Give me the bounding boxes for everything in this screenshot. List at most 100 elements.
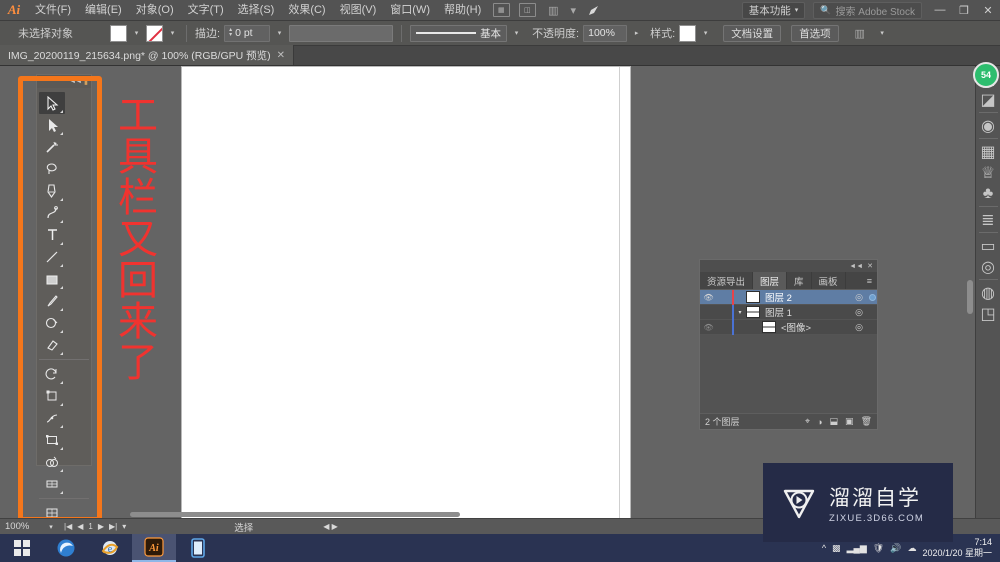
visibility-toggle-icon[interactable]: 👁 bbox=[700, 293, 717, 302]
table-row[interactable]: 👁 图层 2 ◎ bbox=[700, 289, 877, 305]
menu-window[interactable]: 窗口(W) bbox=[383, 0, 437, 21]
control-bar-options-chevron-icon[interactable]: ▾ bbox=[877, 25, 888, 42]
perspective-grid-tool[interactable] bbox=[39, 473, 65, 495]
menu-edit[interactable]: 编辑(E) bbox=[78, 0, 129, 21]
zoom-chevron-icon[interactable]: ▾ bbox=[44, 523, 58, 531]
fill-chevron-icon[interactable]: ▾ bbox=[131, 25, 142, 42]
symbols-panel-icon[interactable]: ♣ bbox=[977, 183, 1000, 204]
last-artboard-icon[interactable]: ▶| bbox=[109, 522, 117, 531]
menu-type[interactable]: 文字(T) bbox=[181, 0, 231, 21]
arrange-grid-icon[interactable]: ▥ bbox=[542, 2, 564, 19]
pathfinder-panel-icon[interactable]: ◎ bbox=[977, 256, 1000, 277]
tray-shield-icon[interactable]: 🛡 bbox=[873, 543, 884, 554]
locate-object-icon[interactable]: ⌖ bbox=[805, 416, 810, 427]
document-tab[interactable]: IMG_20200119_215634.png* @ 100% (RGB/GPU… bbox=[0, 45, 294, 65]
color-guide-panel-icon[interactable]: ▦ bbox=[977, 141, 1000, 162]
preferences-button[interactable]: 首选项 bbox=[791, 24, 839, 42]
curvature-tool[interactable] bbox=[39, 202, 65, 224]
tool-panel-header[interactable]: ◄◄ ▮ bbox=[37, 75, 91, 88]
artboard-number[interactable]: 1 bbox=[88, 522, 92, 531]
line-segment-tool[interactable] bbox=[39, 246, 65, 268]
prev-artboard-icon[interactable]: ◀ bbox=[77, 522, 83, 531]
create-sublayer-icon[interactable]: ⬓ bbox=[830, 416, 839, 427]
brushes-panel-icon[interactable]: ♕ bbox=[977, 162, 1000, 183]
visibility-toggle-icon[interactable]: 👁 bbox=[700, 323, 717, 332]
vertical-scrollbar[interactable] bbox=[967, 280, 973, 314]
taskbar-edge[interactable] bbox=[44, 534, 88, 562]
menu-file[interactable]: 文件(F) bbox=[28, 0, 78, 21]
stroke-options-box[interactable] bbox=[289, 24, 394, 42]
control-bar-options-icon[interactable]: ▥ bbox=[849, 25, 871, 42]
first-artboard-icon[interactable]: |◀ bbox=[64, 522, 72, 531]
magic-wand-tool[interactable] bbox=[39, 136, 65, 158]
current-tool-label[interactable]: 选择 bbox=[126, 520, 253, 534]
menu-help[interactable]: 帮助(H) bbox=[437, 0, 488, 21]
horizontal-scrollbar[interactable] bbox=[130, 512, 460, 517]
free-transform-tool[interactable] bbox=[39, 429, 65, 451]
target-circle-icon[interactable]: ◎ bbox=[851, 322, 867, 333]
panel-menu-icon[interactable]: ≡ bbox=[862, 272, 877, 289]
stroke-swatch[interactable] bbox=[146, 24, 163, 42]
document-setup-button[interactable]: 文档设置 bbox=[723, 24, 782, 42]
taskbar-ie[interactable]: e bbox=[88, 534, 132, 562]
rectangle-tool[interactable] bbox=[39, 268, 65, 290]
notification-badge[interactable]: 54 bbox=[973, 62, 999, 88]
taskbar-illustrator[interactable]: Ai bbox=[132, 534, 176, 562]
stepper-icon[interactable]: ▴ ▾ bbox=[229, 27, 232, 38]
tab-artboards[interactable]: 画板 bbox=[812, 272, 846, 289]
appearance-panel-icon[interactable]: ◳ bbox=[977, 303, 1000, 324]
tray-signal-icon[interactable]: ▂▄▆ bbox=[847, 543, 867, 554]
shape-builder-tool[interactable] bbox=[39, 451, 65, 473]
workspace-selector[interactable]: 基本功能 ▾ bbox=[741, 1, 806, 19]
rocket-icon[interactable] bbox=[582, 2, 604, 19]
tab-layers[interactable]: 图层 bbox=[753, 272, 788, 289]
arrange-chevron-icon[interactable]: ▾ bbox=[568, 2, 578, 19]
window-close-button[interactable]: ✕ bbox=[976, 0, 1000, 21]
fill-swatch[interactable] bbox=[110, 24, 127, 42]
align-panel-icon[interactable]: ≣ bbox=[977, 209, 1000, 230]
opacity-input[interactable]: 100% bbox=[583, 24, 628, 42]
window-restore-button[interactable]: ❐ bbox=[952, 0, 976, 21]
transparency-panel-icon[interactable]: ◍ bbox=[977, 282, 1000, 303]
width-tool[interactable] bbox=[39, 407, 65, 429]
make-clipping-mask-icon[interactable]: ◑ bbox=[817, 417, 822, 427]
direct-selection-tool[interactable] bbox=[39, 114, 65, 136]
menu-object[interactable]: 对象(O) bbox=[129, 0, 181, 21]
close-icon[interactable]: ✕ bbox=[867, 262, 873, 270]
next-artboard-icon[interactable]: ▶ bbox=[98, 522, 104, 531]
zoom-level[interactable]: 100% bbox=[0, 521, 44, 532]
tray-app-icon[interactable]: ▩ bbox=[832, 543, 841, 554]
color-panel-icon[interactable]: ◉ bbox=[977, 115, 1000, 136]
menu-view[interactable]: 视图(V) bbox=[333, 0, 384, 21]
stroke-chevron-icon[interactable]: ▾ bbox=[167, 25, 178, 42]
scale-tool[interactable] bbox=[39, 385, 65, 407]
libraries-panel-icon[interactable]: ◪ bbox=[977, 89, 1000, 110]
menu-effect[interactable]: 效果(C) bbox=[281, 0, 332, 21]
artboard-navigation[interactable]: |◀ ◀ 1 ▶ ▶| ▾ bbox=[58, 522, 126, 531]
collapse-panel-icon[interactable]: ◄◄ bbox=[849, 263, 863, 270]
shaper-tool[interactable] bbox=[39, 312, 65, 334]
lasso-tool[interactable] bbox=[39, 158, 65, 180]
window-minimize-button[interactable]: — bbox=[928, 0, 952, 21]
tab-asset-export[interactable]: 资源导出 bbox=[700, 272, 754, 289]
paintbrush-tool[interactable] bbox=[39, 290, 65, 312]
type-tool[interactable] bbox=[39, 224, 65, 246]
transform-panel-icon[interactable]: ▭ bbox=[977, 235, 1000, 256]
taskbar-app4[interactable] bbox=[176, 534, 220, 562]
delete-layer-icon[interactable]: 🗑 bbox=[861, 416, 872, 427]
tab-libraries[interactable]: 库 bbox=[787, 272, 812, 289]
tray-chevron-icon[interactable]: ^ bbox=[822, 543, 826, 553]
expand-chevron-icon[interactable]: ▾ bbox=[734, 309, 746, 316]
screen-mode-icon[interactable]: ◫ bbox=[516, 2, 538, 19]
pen-tool[interactable] bbox=[39, 180, 65, 202]
tray-volume-icon[interactable]: 🔊 bbox=[890, 543, 901, 554]
tray-cloud-icon[interactable]: ☁ bbox=[907, 543, 916, 554]
collapse-panel-icon[interactable]: ◄◄ bbox=[69, 78, 82, 85]
opacity-chevron-icon[interactable]: ▸ bbox=[631, 25, 642, 42]
target-circle-icon[interactable]: ◎ bbox=[851, 292, 867, 303]
style-swatch[interactable] bbox=[679, 24, 697, 42]
artboard-canvas[interactable] bbox=[182, 67, 630, 518]
rotate-tool[interactable] bbox=[39, 363, 65, 385]
table-row[interactable]: ▾ 图层 1 ◎ bbox=[700, 304, 877, 320]
style-chevron-icon[interactable]: ▾ bbox=[700, 25, 711, 42]
